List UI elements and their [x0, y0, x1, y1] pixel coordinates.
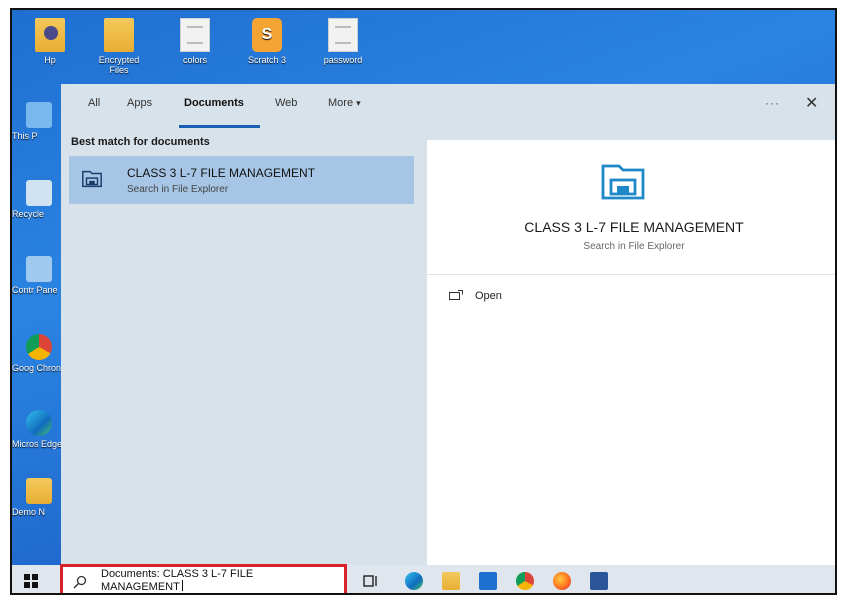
- open-label: Open: [475, 290, 502, 302]
- desktop-icon-label: Demo N: [12, 507, 46, 517]
- desktop-icon-label: Hp: [44, 55, 56, 65]
- tab-web[interactable]: Web: [275, 97, 297, 109]
- folder-icon: [26, 478, 52, 504]
- preview-subtitle: Search in File Explorer: [583, 241, 685, 252]
- edge-icon[interactable]: [405, 572, 423, 590]
- best-match-result[interactable]: CLASS 3 L-7 FILE MANAGEMENT Search in Fi…: [69, 156, 414, 204]
- desktop-icon-recycle-bin[interactable]: Recycle: [12, 180, 64, 219]
- chrome-icon[interactable]: [516, 572, 534, 590]
- search-query-text: Documents: CLASS 3 L-7 FILE MANAGEMENT: [101, 568, 341, 593]
- taskbar-search-box[interactable]: Documents: CLASS 3 L-7 FILE MANAGEMENT: [60, 564, 347, 593]
- preview-pane: CLASS 3 L-7 FILE MANAGEMENT Search in Fi…: [427, 140, 835, 570]
- desktop-icon-scratch-3[interactable]: S Scratch 3: [239, 18, 295, 65]
- tab-all[interactable]: All: [88, 97, 100, 109]
- desktop-icon-label: Goog Chron: [12, 363, 62, 373]
- tab-documents[interactable]: Documents: [184, 97, 244, 109]
- search-query-line2: MANAGEMENT: [101, 581, 180, 593]
- mail-icon[interactable]: [479, 572, 497, 590]
- firefox-icon[interactable]: [553, 572, 571, 590]
- desktop-icon-demo[interactable]: Demo N: [12, 478, 64, 517]
- desktop-icon-encrypted-files[interactable]: Encrypted Files: [91, 18, 147, 75]
- preview-title: CLASS 3 L-7 FILE MANAGEMENT: [524, 219, 744, 235]
- file-explorer-icon[interactable]: [442, 572, 460, 590]
- result-title: CLASS 3 L-7 FILE MANAGEMENT: [127, 166, 316, 180]
- recycle-bin-icon: [26, 180, 52, 206]
- desktop-icon-google-chrome[interactable]: Goog Chron: [12, 334, 64, 373]
- task-view-icon[interactable]: [362, 572, 380, 590]
- chrome-icon: [26, 334, 52, 360]
- result-subtitle: Search in File Explorer: [127, 184, 229, 195]
- desktop-icon-label: Contr Pane: [12, 285, 58, 295]
- tab-apps[interactable]: Apps: [127, 97, 152, 109]
- desktop-icon-microsoft-edge[interactable]: Micros Edge: [12, 410, 64, 449]
- desktop-icon-label: colors: [182, 55, 207, 65]
- results-header: Best match for documents: [71, 136, 210, 148]
- word-icon[interactable]: [590, 572, 608, 590]
- text-caret: [181, 580, 183, 591]
- screenshot-frame: Hp Encrypted Files colors S Scratch 3 pa…: [10, 8, 837, 595]
- taskbar: Documents: CLASS 3 L-7 FILE MANAGEMENT: [12, 564, 835, 593]
- windows-start-icon[interactable]: [24, 574, 38, 588]
- desktop-icon-label: This P: [12, 131, 38, 141]
- folder-drive-icon: [601, 164, 645, 200]
- user-folder-icon: [35, 18, 65, 52]
- desktop-icon-label: password: [323, 55, 363, 65]
- open-icon: [449, 290, 463, 300]
- desktop-icon-control-panel[interactable]: Contr Pane: [12, 256, 64, 295]
- document-icon: [328, 18, 358, 52]
- document-icon: [180, 18, 210, 52]
- search-tabs: All Apps Documents Web More ▾ ··· ✕: [61, 84, 835, 128]
- this-pc-icon: [26, 102, 52, 128]
- tab-more-label: More: [328, 97, 354, 109]
- chevron-down-icon: ▾: [356, 98, 361, 108]
- search-icon: [73, 575, 87, 589]
- open-action[interactable]: Open: [449, 290, 502, 302]
- tab-more[interactable]: More ▾: [328, 97, 361, 109]
- scratch-icon: S: [252, 18, 282, 52]
- folder-icon: [104, 18, 134, 52]
- edge-icon: [26, 410, 52, 436]
- divider: [427, 274, 835, 275]
- desktop-icon-colors[interactable]: colors: [167, 18, 223, 65]
- desktop-icon-label: Encrypted Files: [98, 55, 140, 75]
- desktop-icon-hp[interactable]: Hp: [22, 18, 78, 65]
- desktop-icon-this-pc[interactable]: This P: [12, 102, 64, 141]
- folder-drive-icon: [82, 170, 102, 188]
- desktop-icon-password[interactable]: password: [315, 18, 371, 65]
- search-query-line1: Documents: CLASS 3 L-7 FILE: [101, 568, 254, 580]
- control-panel-icon: [26, 256, 52, 282]
- close-icon[interactable]: ✕: [805, 93, 818, 113]
- results-pane: Best match for documents CLASS 3 L-7 FIL…: [61, 128, 416, 574]
- more-options-icon[interactable]: ···: [765, 96, 780, 110]
- desktop-icon-label: Micros Edge: [12, 439, 63, 449]
- search-panel: All Apps Documents Web More ▾ ··· ✕ Best …: [61, 84, 835, 574]
- desktop-icon-label: Scratch 3: [247, 55, 287, 65]
- desktop-icon-label: Recycle: [12, 209, 45, 219]
